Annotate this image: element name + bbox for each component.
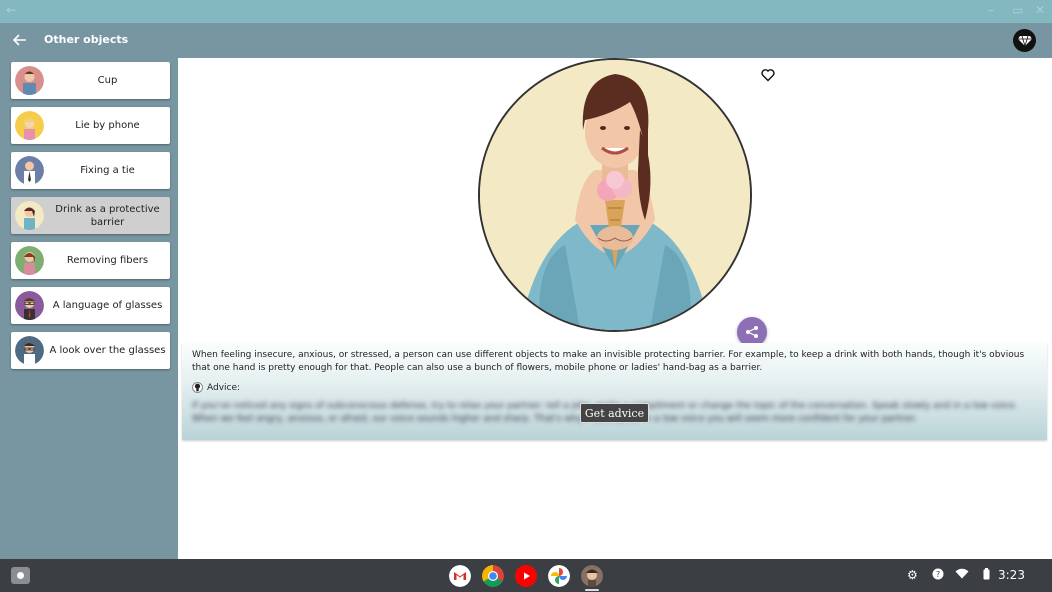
- back-arrow-icon[interactable]: [12, 31, 28, 49]
- window-titlebar: ← – ▭ ✕: [0, 0, 1052, 23]
- avatar-icon: [15, 66, 44, 95]
- page-title: Other objects: [44, 33, 129, 46]
- app-bar: Other objects: [0, 23, 1052, 58]
- minimize-icon[interactable]: –: [988, 3, 994, 17]
- wifi-icon[interactable]: [955, 568, 969, 582]
- sidebar-item-label: Fixing a tie: [80, 165, 135, 176]
- avatar-icon: [15, 201, 44, 230]
- avatar-icon: [15, 246, 44, 275]
- settings-gear-icon[interactable]: ⚙: [907, 568, 918, 582]
- sidebar-item-a-look-over-the-glasses[interactable]: A look over the glasses: [11, 332, 170, 369]
- sidebar-item-label: Removing fibers: [66, 255, 149, 266]
- app-avatar-icon[interactable]: [581, 565, 603, 587]
- premium-diamond-icon[interactable]: [1013, 29, 1036, 52]
- avatar-icon: [15, 156, 44, 185]
- sidebar-item-label: Drink as a protective barrier: [55, 203, 160, 228]
- lightbulb-icon: [192, 382, 203, 393]
- sidebar-item-cup[interactable]: Cup: [11, 62, 170, 99]
- get-advice-button[interactable]: Get advice: [580, 403, 649, 423]
- avatar-icon: [15, 336, 44, 365]
- active-app-indicator: [585, 589, 599, 591]
- window-back-icon[interactable]: ←: [6, 3, 16, 17]
- sidebar-item-label: Lie by phone: [75, 120, 140, 131]
- help-icon[interactable]: ?: [932, 568, 944, 583]
- share-icon: [746, 326, 758, 338]
- google-photos-icon[interactable]: [548, 565, 570, 587]
- youtube-icon[interactable]: [515, 565, 537, 587]
- avatar-icon: [15, 111, 44, 140]
- maximize-icon[interactable]: ▭: [1012, 3, 1023, 17]
- sidebar-item-label: A language of glasses: [52, 300, 163, 311]
- advice-label: Advice:: [207, 382, 241, 393]
- svg-text:?: ?: [936, 570, 940, 579]
- system-taskbar: ⚙ ? 3:23: [0, 559, 1052, 592]
- battery-icon[interactable]: [983, 568, 990, 583]
- gmail-icon[interactable]: [449, 565, 471, 587]
- advice-header: Advice:: [192, 382, 240, 393]
- sidebar-item-label: A look over the glasses: [49, 345, 166, 356]
- sidebar: Cup Lie by phone Fixing a tie Drink as a…: [0, 58, 178, 559]
- sidebar-item-drink-as-a-protective-barrier[interactable]: Drink as a protective barrier: [11, 197, 170, 234]
- sidebar-item-fixing-a-tie[interactable]: Fixing a tie: [11, 152, 170, 189]
- clock[interactable]: 3:23: [998, 568, 1025, 582]
- description-panel: When feeling insecure, anxious, or stres…: [182, 343, 1047, 440]
- sidebar-item-lie-by-phone[interactable]: Lie by phone: [11, 107, 170, 144]
- description-text: When feeling insecure, anxious, or stres…: [192, 350, 1025, 373]
- favorite-heart-icon[interactable]: [761, 67, 775, 82]
- sidebar-item-label: Cup: [97, 75, 118, 86]
- avatar-icon: [15, 291, 44, 320]
- illustration-woman-with-ice-cream: [478, 58, 752, 332]
- sidebar-item-a-language-of-glasses[interactable]: A language of glasses: [11, 287, 170, 324]
- launcher-button[interactable]: [11, 567, 30, 584]
- close-icon[interactable]: ✕: [1035, 3, 1045, 17]
- chrome-icon[interactable]: [482, 565, 504, 587]
- sidebar-item-removing-fibers[interactable]: Removing fibers: [11, 242, 170, 279]
